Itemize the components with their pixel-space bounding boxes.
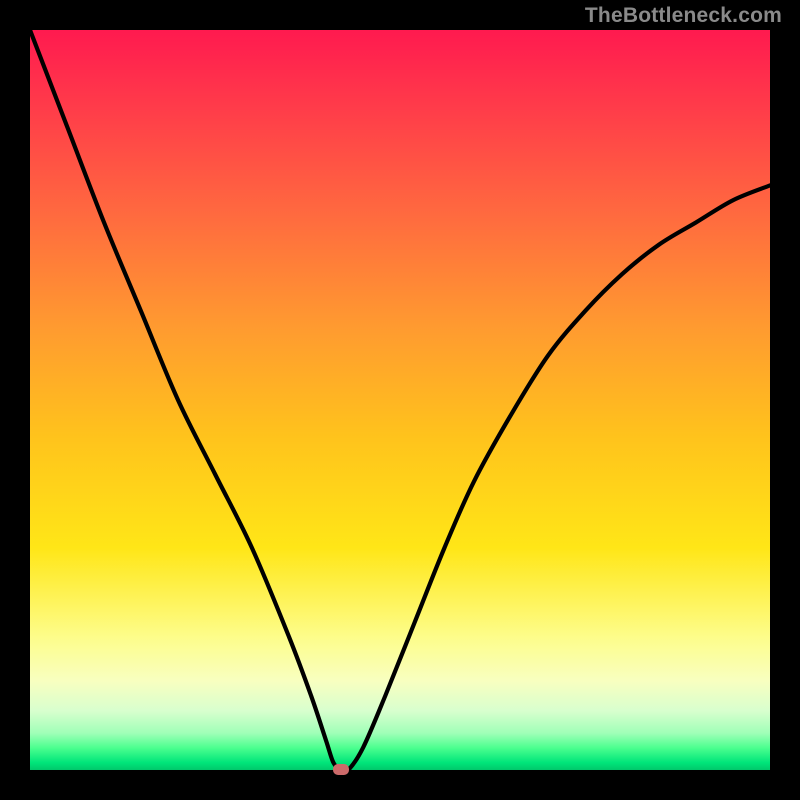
- plot-area: [30, 30, 770, 770]
- watermark-text: TheBottleneck.com: [585, 4, 782, 28]
- optimum-marker: [333, 764, 349, 775]
- chart-frame: TheBottleneck.com: [0, 0, 800, 800]
- bottleneck-curve: [30, 30, 770, 770]
